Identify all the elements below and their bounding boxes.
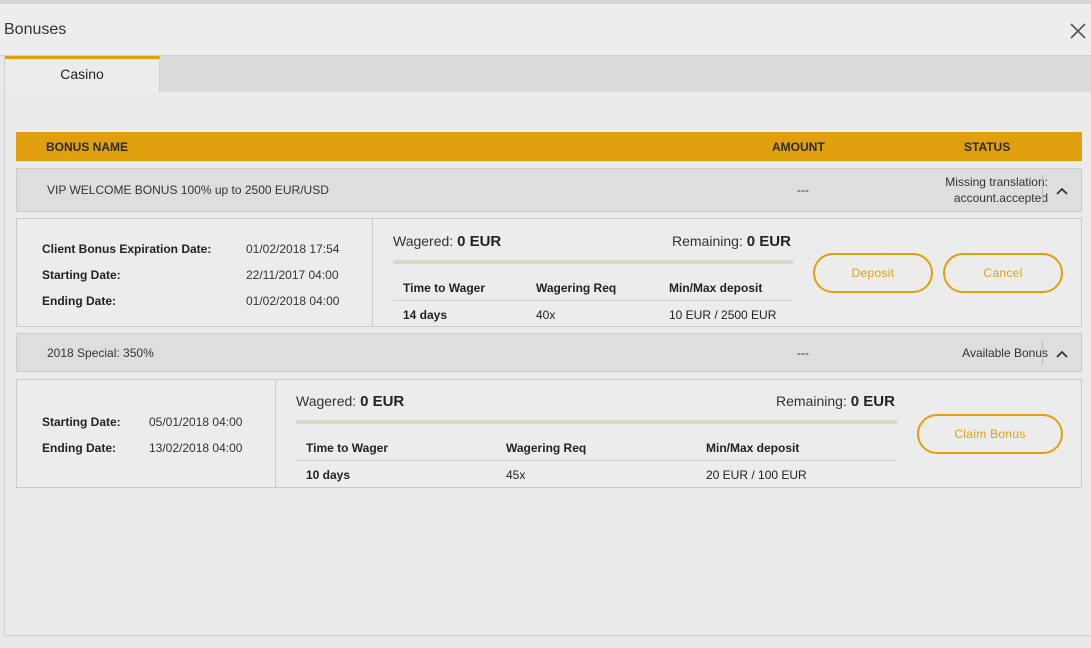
bonus-status-line2: account.accepted [953, 191, 1048, 205]
bonus-row-2018-special[interactable]: 2018 Special: 350% --- Available Bonus [16, 333, 1082, 372]
window-title: Bonuses [4, 21, 67, 38]
col-min-max-deposit: Min/Max deposit [669, 281, 763, 295]
deposit-button[interactable]: Deposit [813, 253, 933, 293]
chevron-up-icon[interactable] [1055, 185, 1069, 195]
wagering-req-value: 45x [506, 468, 526, 482]
bonus-detail-2018-special: Starting Date: 05/01/2018 04:00 Ending D… [16, 379, 1082, 488]
bonus-row-vip-welcome[interactable]: VIP WELCOME BONUS 100% up to 2500 EUR/US… [16, 168, 1082, 212]
date-value: 22/11/2017 04:00 [246, 268, 339, 282]
header-bonus-name: BONUS NAME [46, 140, 129, 154]
col-min-max-deposit: Min/Max deposit [706, 441, 800, 455]
date-label: Starting Date: [42, 268, 121, 282]
time-to-wager-value: 10 days [306, 468, 351, 482]
remaining-value: 0 EUR [850, 393, 895, 410]
header-status: STATUS [964, 140, 1011, 154]
wagered-value: 0 EUR [457, 233, 502, 250]
date-label: Client Bonus Expiration Date: [42, 242, 212, 256]
date-label: Ending Date: [42, 294, 116, 308]
bonus-amount: --- [797, 183, 809, 197]
wagered-value: 0 EUR [360, 393, 405, 410]
date-label: Ending Date: [42, 441, 116, 455]
min-max-deposit-value: 10 EUR / 2500 EUR [669, 308, 777, 322]
row-separator [1042, 341, 1043, 365]
chevron-up-icon[interactable] [1055, 348, 1069, 358]
bonus-name: VIP WELCOME BONUS 100% up to 2500 EUR/US… [47, 183, 329, 197]
bonus-status-line1: Missing translation: [945, 175, 1048, 189]
bonus-table-header: BONUS NAME AMOUNT STATUS [16, 132, 1082, 161]
column-separator [372, 219, 373, 326]
tab-casino[interactable]: Casino [5, 56, 160, 92]
bonus-amount: --- [797, 346, 809, 360]
column-separator [275, 380, 276, 487]
header-amount: AMOUNT [772, 140, 825, 154]
wagered-text: Wagered: 0 EUR [296, 393, 405, 410]
col-wagering-req: Wagering Req [506, 441, 587, 455]
date-value: 13/02/2018 04:00 [149, 441, 243, 455]
row-separator [1042, 175, 1043, 205]
col-time-to-wager: Time to Wager [306, 441, 389, 455]
table-divider [296, 460, 897, 461]
claim-bonus-button[interactable]: Claim Bonus [917, 414, 1063, 454]
wager-progress-bar [393, 260, 793, 264]
bonus-detail-vip-welcome: Client Bonus Expiration Date: 01/02/2018… [16, 218, 1082, 327]
col-wagering-req: Wagering Req [536, 281, 617, 295]
remaining-text: Remaining: 0 EUR [776, 393, 895, 410]
remaining-text: Remaining: 0 EUR [672, 233, 791, 250]
cancel-button[interactable]: Cancel [943, 253, 1063, 293]
date-value: 01/02/2018 04:00 [246, 294, 340, 308]
close-icon[interactable] [1069, 22, 1087, 40]
tabs-bar: Casino [5, 56, 1091, 92]
time-to-wager-value: 14 days [403, 308, 448, 322]
col-time-to-wager: Time to Wager [403, 281, 486, 295]
bonus-name: 2018 Special: 350% [47, 346, 154, 360]
min-max-deposit-value: 20 EUR / 100 EUR [706, 468, 807, 482]
bonuses-panel: Casino BONUS NAME AMOUNT STATUS VIP WELC… [4, 56, 1091, 636]
bonus-status: Available Bonus [962, 346, 1048, 360]
date-value: 01/02/2018 17:54 [246, 242, 340, 256]
wagering-req-value: 40x [536, 308, 556, 322]
remaining-value: 0 EUR [746, 233, 791, 250]
table-divider [393, 300, 793, 301]
date-value: 05/01/2018 04:00 [149, 415, 243, 429]
title-bar: Bonuses [0, 4, 1091, 56]
wagered-text: Wagered: 0 EUR [393, 233, 502, 250]
wager-progress-bar [296, 420, 897, 424]
date-label: Starting Date: [42, 415, 121, 429]
